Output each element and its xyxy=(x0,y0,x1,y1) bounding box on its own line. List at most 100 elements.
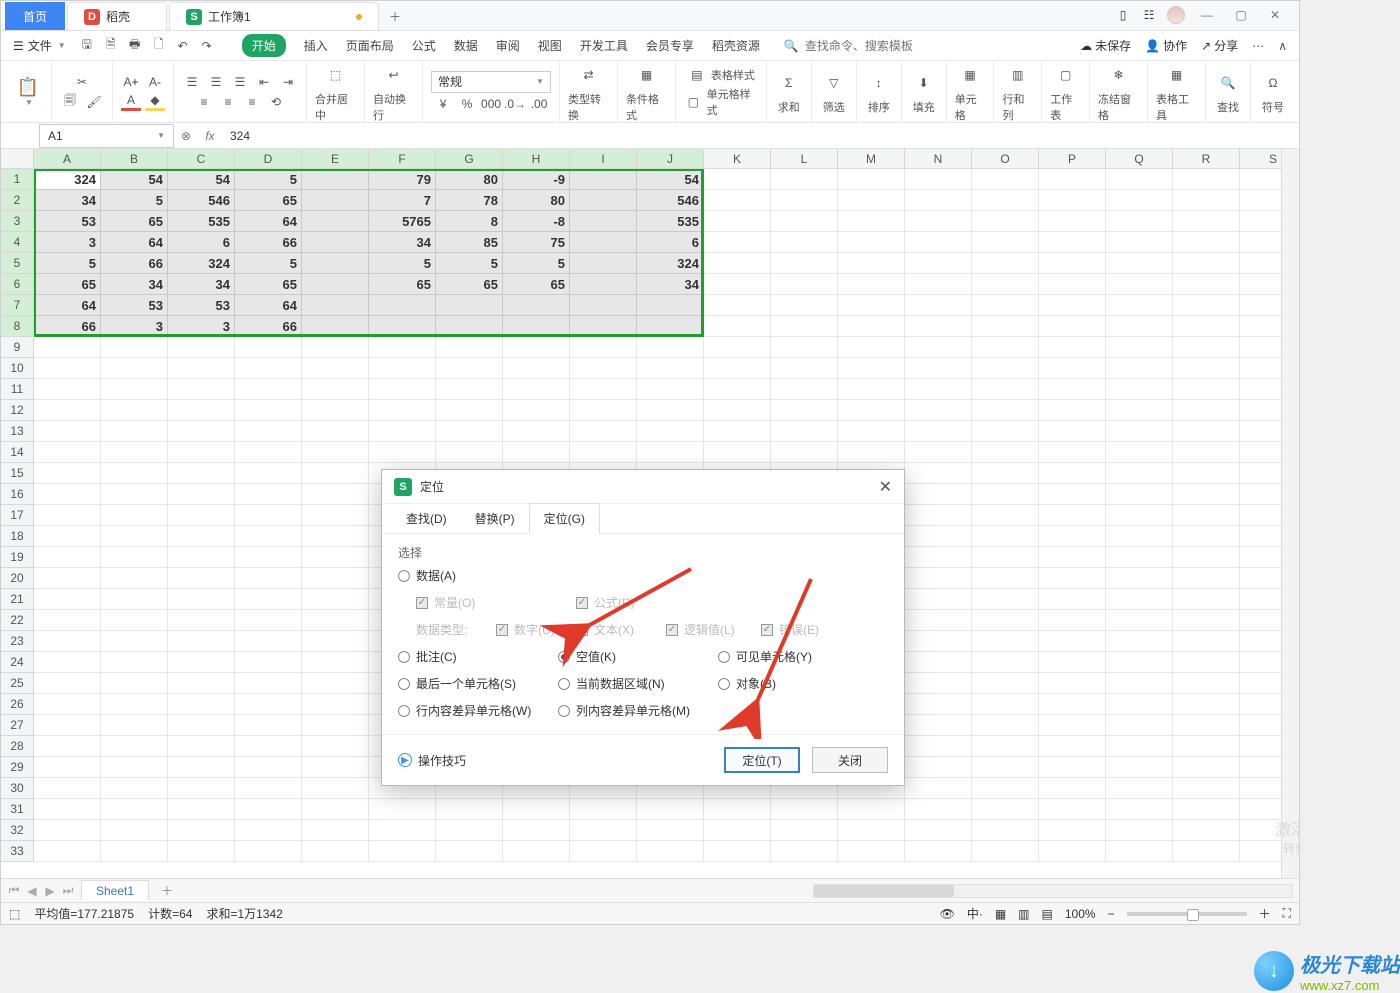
cell-I31[interactable] xyxy=(570,799,637,820)
cell-P19[interactable] xyxy=(1039,547,1106,568)
cell-R11[interactable] xyxy=(1173,379,1240,400)
cell-E9[interactable] xyxy=(302,337,369,358)
cell-F8[interactable] xyxy=(369,316,436,337)
row-header-29[interactable]: 29 xyxy=(1,757,34,778)
cell-L32[interactable] xyxy=(771,820,838,841)
cell-H2[interactable]: 80 xyxy=(503,190,570,211)
cell-B29[interactable] xyxy=(101,757,168,778)
cell-E30[interactable] xyxy=(302,778,369,799)
cell-O13[interactable] xyxy=(972,421,1039,442)
cell-R2[interactable] xyxy=(1173,190,1240,211)
print-preview-icon[interactable]: 🗋 xyxy=(150,37,168,55)
cell-E17[interactable] xyxy=(302,505,369,526)
row-header-24[interactable]: 24 xyxy=(1,652,34,673)
col-header-Q[interactable]: Q xyxy=(1106,149,1173,169)
cell-B17[interactable] xyxy=(101,505,168,526)
save-icon[interactable]: 🖫 xyxy=(78,37,96,55)
sheet-tab-1[interactable]: Sheet1 xyxy=(81,880,149,901)
row-header-27[interactable]: 27 xyxy=(1,715,34,736)
cell-Q1[interactable] xyxy=(1106,169,1173,190)
cell-P16[interactable] xyxy=(1039,484,1106,505)
cell-C29[interactable] xyxy=(168,757,235,778)
cell-N21[interactable] xyxy=(905,589,972,610)
cell-C32[interactable] xyxy=(168,820,235,841)
cell-B13[interactable] xyxy=(101,421,168,442)
cell-P25[interactable] xyxy=(1039,673,1106,694)
cell-L5[interactable] xyxy=(771,253,838,274)
cell-K13[interactable] xyxy=(704,421,771,442)
col-header-M[interactable]: M xyxy=(838,149,905,169)
cell-Q2[interactable] xyxy=(1106,190,1173,211)
cell-E5[interactable] xyxy=(302,253,369,274)
cell-C8[interactable]: 3 xyxy=(168,316,235,337)
cell-B6[interactable]: 34 xyxy=(101,274,168,295)
cell-H3[interactable]: -8 xyxy=(503,211,570,232)
cell-C24[interactable] xyxy=(168,652,235,673)
cell-C10[interactable] xyxy=(168,358,235,379)
cell-N4[interactable] xyxy=(905,232,972,253)
cell-P29[interactable] xyxy=(1039,757,1106,778)
cell-L4[interactable] xyxy=(771,232,838,253)
cell-E32[interactable] xyxy=(302,820,369,841)
cell-O22[interactable] xyxy=(972,610,1039,631)
cell-C5[interactable]: 324 xyxy=(168,253,235,274)
cell-P28[interactable] xyxy=(1039,736,1106,757)
cell-N18[interactable] xyxy=(905,526,972,547)
cell-A19[interactable] xyxy=(34,547,101,568)
col-header-G[interactable]: G xyxy=(436,149,503,169)
cell-R13[interactable] xyxy=(1173,421,1240,442)
cell-J3[interactable]: 535 xyxy=(637,211,704,232)
cell-G10[interactable] xyxy=(436,358,503,379)
view-page-icon[interactable]: ▥ xyxy=(1018,907,1029,921)
cell-D18[interactable] xyxy=(235,526,302,547)
name-box[interactable]: A1 ▼ xyxy=(39,124,174,148)
cell-K10[interactable] xyxy=(704,358,771,379)
cell-K9[interactable] xyxy=(704,337,771,358)
cell-R22[interactable] xyxy=(1173,610,1240,631)
tab-home[interactable]: 首页 xyxy=(5,2,65,30)
cell-B12[interactable] xyxy=(101,400,168,421)
align-left-icon[interactable]: ≡ xyxy=(194,93,214,111)
menu-start[interactable]: 开始 xyxy=(242,34,286,57)
font-increase-icon[interactable]: A+ xyxy=(121,73,141,91)
cell-E11[interactable] xyxy=(302,379,369,400)
cell-M31[interactable] xyxy=(838,799,905,820)
row-header-8[interactable]: 8 xyxy=(1,316,34,337)
cell-P24[interactable] xyxy=(1039,652,1106,673)
cell-C14[interactable] xyxy=(168,442,235,463)
col-header-I[interactable]: I xyxy=(570,149,637,169)
cell-A10[interactable] xyxy=(34,358,101,379)
sheet-nav-prev[interactable]: ◀ xyxy=(25,883,39,898)
cell-K1[interactable] xyxy=(704,169,771,190)
cell-A8[interactable]: 66 xyxy=(34,316,101,337)
cell-A23[interactable] xyxy=(34,631,101,652)
cell-D6[interactable]: 65 xyxy=(235,274,302,295)
ime-icon[interactable]: 中· xyxy=(967,905,983,922)
cell-N3[interactable] xyxy=(905,211,972,232)
cell-I7[interactable] xyxy=(570,295,637,316)
cell-C30[interactable] xyxy=(168,778,235,799)
cell-B25[interactable] xyxy=(101,673,168,694)
row-header-19[interactable]: 19 xyxy=(1,547,34,568)
zoom-out-button[interactable]: − xyxy=(1108,907,1115,921)
share-button[interactable]: ↗分享 xyxy=(1201,37,1238,54)
col-header-A[interactable]: A xyxy=(34,149,101,169)
cell-D31[interactable] xyxy=(235,799,302,820)
cell-O10[interactable] xyxy=(972,358,1039,379)
cell-A5[interactable]: 5 xyxy=(34,253,101,274)
sheet-nav-last[interactable]: ⏭ xyxy=(61,883,75,898)
cell-B7[interactable]: 53 xyxy=(101,295,168,316)
cell-N5[interactable] xyxy=(905,253,972,274)
cell-F10[interactable] xyxy=(369,358,436,379)
cell-Q15[interactable] xyxy=(1106,463,1173,484)
cell-L31[interactable] xyxy=(771,799,838,820)
fx-icon[interactable]: fx xyxy=(198,129,222,143)
cell-L2[interactable] xyxy=(771,190,838,211)
cell-G32[interactable] xyxy=(436,820,503,841)
col-header-L[interactable]: L xyxy=(771,149,838,169)
add-sheet-button[interactable]: ＋ xyxy=(155,882,179,899)
cell-C17[interactable] xyxy=(168,505,235,526)
cell-D2[interactable]: 65 xyxy=(235,190,302,211)
cell-B10[interactable] xyxy=(101,358,168,379)
cell-Q3[interactable] xyxy=(1106,211,1173,232)
